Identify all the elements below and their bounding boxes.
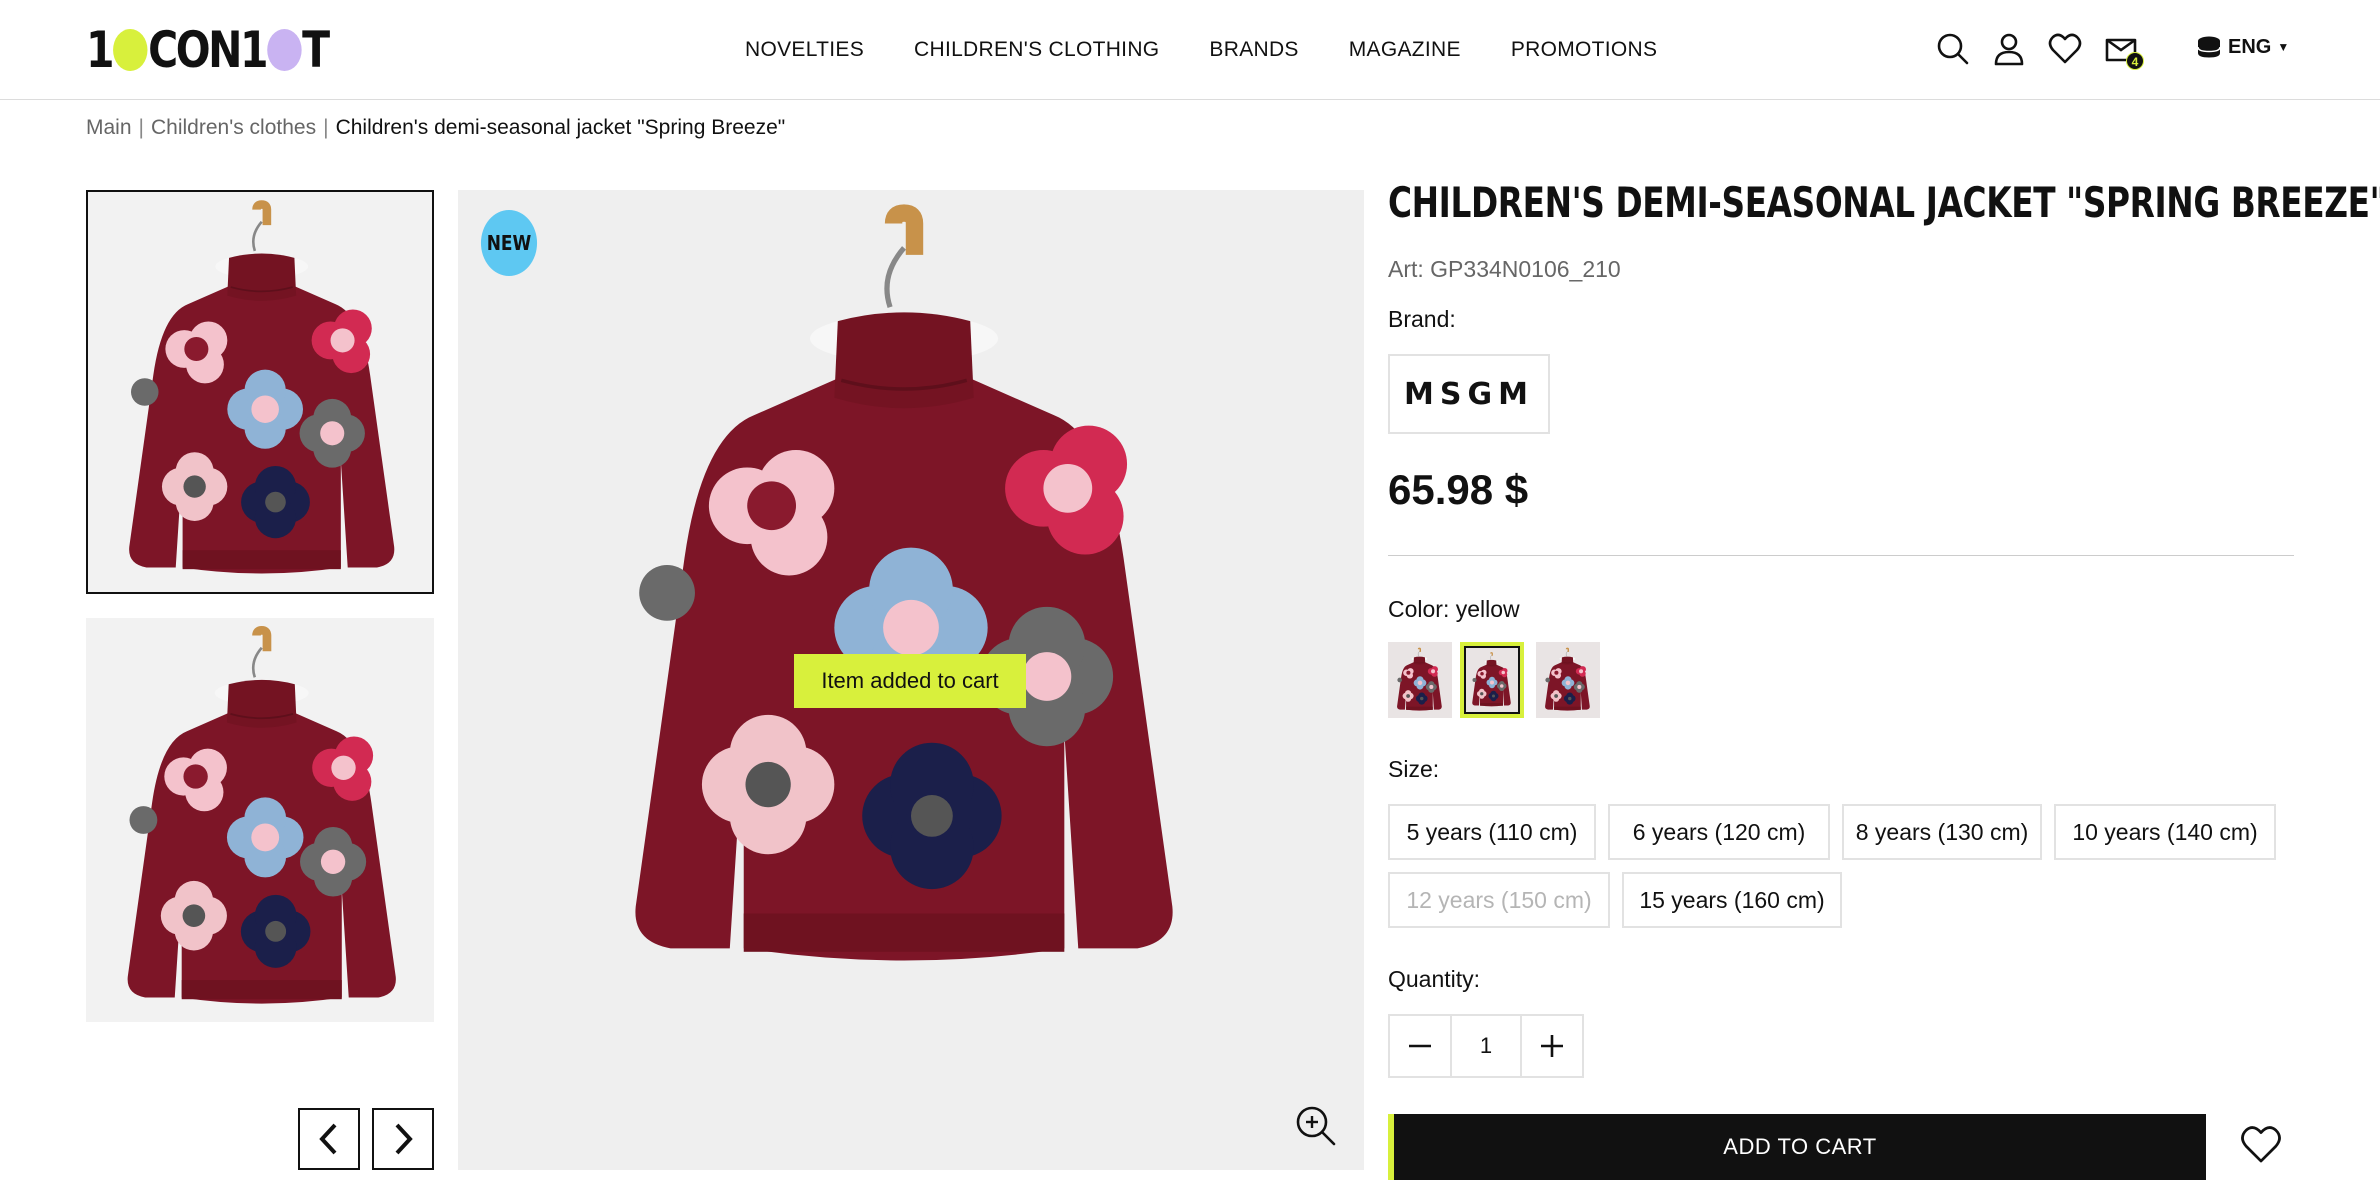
- cart-icon[interactable]: 4: [2104, 32, 2144, 70]
- chevron-right-icon: [395, 1123, 413, 1155]
- breadcrumb-main[interactable]: Main: [86, 116, 132, 140]
- product-price: 65.98 $: [1388, 466, 1529, 513]
- breadcrumb-childrens-clothes[interactable]: Children's clothes: [151, 116, 316, 140]
- thumbnail-1[interactable]: [86, 190, 434, 594]
- quantity-stepper: 1: [1388, 1014, 1584, 1078]
- color-swatch-3[interactable]: [1536, 642, 1600, 718]
- breadcrumb-separator: |: [323, 116, 329, 139]
- size-option-5-years[interactable]: 5 years (110 cm): [1388, 804, 1596, 860]
- nav-childrens-clothing[interactable]: CHILDREN'S CLOTHING: [914, 38, 1159, 62]
- site-header: 1 CON1 T NOVELTIES CHILDREN'S CLOTHING BRA…: [0, 0, 2380, 100]
- thumbnail-2[interactable]: [86, 618, 434, 1022]
- added-to-cart-toast: Item added to cart: [794, 654, 1026, 708]
- sweater-thumbnail: [1544, 647, 1591, 712]
- sweater-image: [88, 192, 432, 592]
- nav-promotions[interactable]: PROMOTIONS: [1511, 38, 1658, 62]
- breadcrumb: Main | Children's clothes | Children's d…: [86, 116, 785, 140]
- quantity-label: Quantity:: [1388, 966, 1481, 992]
- size-label: Size:: [1388, 756, 1440, 782]
- chevron-left-icon: [319, 1123, 337, 1155]
- color-swatch-yellow[interactable]: [1460, 642, 1524, 718]
- minus-icon: [1409, 1044, 1431, 1048]
- globe-icon: [2197, 36, 2221, 58]
- site-logo[interactable]: 1 CON1 T: [86, 21, 330, 79]
- breadcrumb-separator: |: [138, 116, 144, 139]
- sweater-thumbnail: [1471, 652, 1512, 707]
- add-to-cart-button[interactable]: ADD TO CART: [1388, 1114, 2206, 1180]
- user-icon[interactable]: [1992, 32, 2026, 66]
- breadcrumb-current: Children's demi-seasonal jacket "Spring …: [335, 116, 786, 139]
- nav-brands[interactable]: BRANDS: [1209, 38, 1298, 62]
- plus-icon: [1541, 1035, 1563, 1057]
- next-image-button[interactable]: [372, 1108, 434, 1170]
- divider: [1388, 555, 2294, 556]
- article-number: Art: GP334N0106_210: [1388, 256, 1621, 282]
- language-label: ENG: [2228, 35, 2272, 58]
- color-label: Color: yellow: [1388, 596, 1520, 622]
- wishlist-heart-icon[interactable]: [2240, 1124, 2282, 1166]
- logo-lime-dot: [112, 29, 148, 71]
- brand-logo[interactable]: MSGM: [1388, 354, 1550, 434]
- quantity-decrease-button[interactable]: [1390, 1016, 1450, 1076]
- size-option-10-years[interactable]: 10 years (140 cm): [2054, 804, 2276, 860]
- size-option-12-years: 12 years (150 cm): [1388, 872, 1610, 928]
- search-icon[interactable]: [1936, 32, 1970, 66]
- size-option-15-years[interactable]: 15 years (160 cm): [1622, 872, 1842, 928]
- sweater-thumbnail: [1396, 647, 1443, 712]
- nav-novelties[interactable]: NOVELTIES: [745, 38, 864, 62]
- logo-lilac-dot: [266, 29, 302, 71]
- sweater-image: [86, 618, 434, 1022]
- cart-count-badge: 4: [2126, 52, 2144, 70]
- quantity-increase-button[interactable]: [1522, 1016, 1582, 1076]
- language-selector[interactable]: ENG ▼: [2196, 34, 2289, 60]
- brand-label: Brand:: [1388, 306, 1456, 332]
- new-badge: NEW: [480, 210, 538, 276]
- product-title: CHILDREN'S DEMI-SEASONAL JACKET "SPRING …: [1388, 178, 2380, 227]
- chevron-down-icon: ▼: [2277, 40, 2290, 54]
- heart-icon[interactable]: [2048, 32, 2082, 66]
- prev-image-button[interactable]: [298, 1108, 360, 1170]
- main-product-image[interactable]: NEW Item added to cart: [458, 190, 1364, 1170]
- quantity-input[interactable]: 1: [1450, 1016, 1522, 1076]
- zoom-icon[interactable]: [1294, 1104, 1338, 1148]
- size-option-6-years[interactable]: 6 years (120 cm): [1608, 804, 1830, 860]
- size-option-8-years[interactable]: 8 years (130 cm): [1842, 804, 2042, 860]
- color-swatch-1[interactable]: [1388, 642, 1452, 718]
- nav-magazine[interactable]: MAGAZINE: [1349, 38, 1461, 62]
- main-nav: NOVELTIES CHILDREN'S CLOTHING BRANDS MAG…: [745, 0, 1707, 100]
